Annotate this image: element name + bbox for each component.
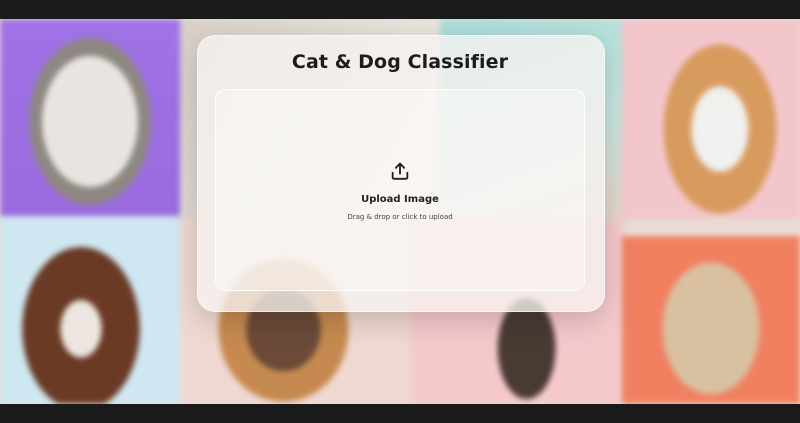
background-photo-spaniel [0,216,180,404]
page-title: Cat & Dog Classifier [291,51,509,73]
upload-dropzone[interactable] [215,89,585,291]
background-photo-retriever [622,236,800,404]
background-photo-husky [0,19,180,216]
background-photo-corgi [622,19,800,219]
upload-hint: Drag & drop or click to upload [347,213,453,221]
upload-icon[interactable] [389,160,411,182]
upload-label[interactable]: Upload Image [215,194,585,205]
background-collage: Cat & Dog Classifier Upload Image Drag &… [0,19,800,404]
